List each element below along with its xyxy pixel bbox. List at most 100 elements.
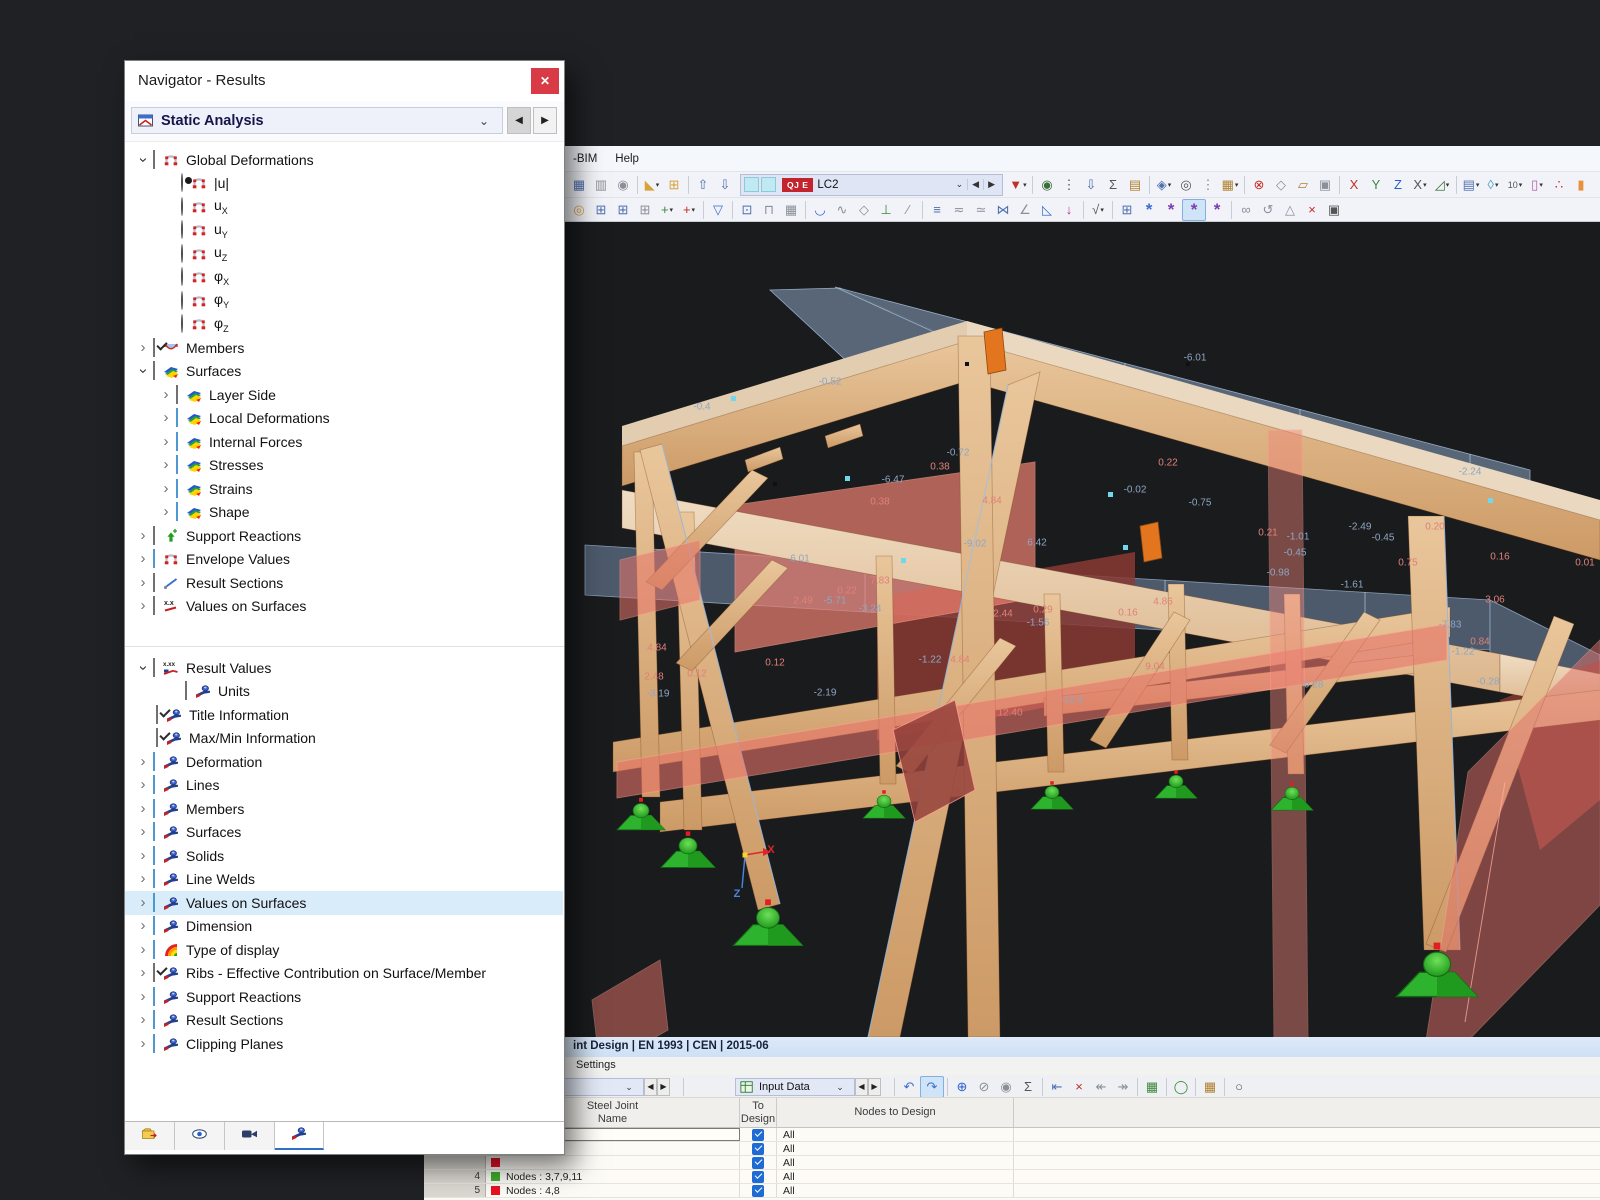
- select-window-icon[interactable]: ⊡: [736, 200, 758, 220]
- new-frame-icon[interactable]: ⊞: [663, 175, 685, 195]
- tree-item-ux[interactable]: uX: [125, 195, 563, 219]
- checkbox-unchecked[interactable]: [153, 659, 155, 677]
- chevron-right-icon[interactable]: ›: [133, 573, 153, 593]
- chevron-right-icon[interactable]: ›: [133, 338, 153, 358]
- table-row[interactable]: All: [424, 1142, 1600, 1156]
- render-flower-1-icon[interactable]: *: [1160, 200, 1182, 220]
- globe-icon[interactable]: ◯: [1170, 1077, 1192, 1097]
- checkbox-checked[interactable]: [153, 964, 155, 982]
- chevron-right-icon[interactable]: ›: [156, 479, 176, 499]
- nodes-to-design-cell[interactable]: All: [777, 1170, 1014, 1183]
- mesh-points-icon[interactable]: ∴: [1548, 175, 1570, 195]
- clipping-plane-icon[interactable]: ◊▾: [1482, 175, 1504, 195]
- tree-item-surfaces[interactable]: ›Surfaces: [125, 360, 563, 384]
- chevron-down-icon[interactable]: ›: [133, 150, 153, 170]
- load-case-down-icon[interactable]: ⇩: [714, 175, 736, 195]
- next-result-icon[interactable]: ▶: [533, 107, 557, 134]
- nodes-to-design-cell[interactable]: All: [777, 1142, 1014, 1155]
- navigator-title-bar[interactable]: Navigator - Results ✕: [125, 61, 564, 102]
- load-case-up-icon[interactable]: ⇧: [692, 175, 714, 195]
- chevron-right-icon[interactable]: ›: [133, 916, 153, 936]
- checkbox-partial[interactable]: [153, 917, 155, 935]
- work-plane-icon[interactable]: ◿▾: [1431, 175, 1453, 195]
- view-custom-icon[interactable]: X▾: [1409, 175, 1431, 195]
- prev-result-icon[interactable]: ◀: [507, 107, 531, 134]
- tree-item-support-reactions[interactable]: ›Support Reactions: [125, 524, 563, 548]
- display-settings-icon[interactable]: ◉: [1036, 175, 1058, 195]
- checkbox-partial[interactable]: [176, 503, 178, 521]
- menu-item-bim[interactable]: -BIM: [573, 153, 597, 165]
- tree-item-units[interactable]: Units: [125, 680, 563, 704]
- diagram-edit-icon[interactable]: ◺: [1036, 200, 1058, 220]
- tree-item-deformation[interactable]: ›Deformation: [125, 750, 563, 774]
- settings-menu[interactable]: Settings: [576, 1059, 616, 1071]
- tree-item-title-information[interactable]: Title Information: [125, 703, 563, 727]
- checked-checkbox-icon[interactable]: [752, 1185, 764, 1197]
- relation-forward-icon[interactable]: ↷: [920, 1076, 944, 1098]
- load-case-prev-icon[interactable]: ◀: [967, 179, 983, 190]
- joint-view-icon[interactable]: ◉: [995, 1077, 1017, 1097]
- calendar-icon[interactable]: ▦: [1199, 1077, 1221, 1097]
- tree-item-line-welds[interactable]: ›Line Welds: [125, 868, 563, 892]
- filter-loads-icon[interactable]: ▼▾: [1007, 175, 1029, 195]
- checkbox-partial[interactable]: [153, 1011, 155, 1029]
- chevron-right-icon[interactable]: ›: [133, 549, 153, 569]
- tree-item-members[interactable]: ›Members: [125, 336, 563, 360]
- chevron-right-icon[interactable]: ›: [133, 846, 153, 866]
- chevron-right-icon[interactable]: ›: [133, 940, 153, 960]
- tree-item-type-of-display[interactable]: ›Type of display: [125, 938, 563, 962]
- delete-x-icon[interactable]: ×: [1301, 200, 1323, 220]
- chevron-right-icon[interactable]: ›: [133, 893, 153, 913]
- checkbox-partial[interactable]: [176, 409, 178, 427]
- diagram-hatched-icon[interactable]: ≃: [970, 200, 992, 220]
- close-icon[interactable]: ✕: [531, 68, 559, 94]
- steel-joint-name-cell[interactable]: Nodes : 3,7,9,11: [486, 1170, 740, 1183]
- numbering-icon[interactable]: ⋮: [1058, 175, 1080, 195]
- checkbox-partial[interactable]: [153, 847, 155, 865]
- table-row[interactable]: 5Nodes : 4,8All: [424, 1184, 1600, 1198]
- checked-checkbox-icon[interactable]: [752, 1157, 764, 1169]
- copy-view-icon[interactable]: ▣: [1314, 175, 1336, 195]
- nodes-to-design-cell[interactable]: All: [777, 1128, 1014, 1141]
- spreadsheet-icon[interactable]: ▥: [590, 175, 612, 195]
- tree-item-envelope-values[interactable]: ›Envelope Values: [125, 548, 563, 572]
- show-results-icon[interactable]: Σ: [1102, 175, 1124, 195]
- chevron-right-icon[interactable]: ›: [133, 1034, 153, 1054]
- view-eye-icon[interactable]: ◎: [1175, 175, 1197, 195]
- isometric-icon[interactable]: ◇: [1270, 175, 1292, 195]
- checkbox-checked[interactable]: [156, 729, 158, 747]
- checkbox-partial[interactable]: [153, 550, 155, 568]
- nodes-to-design-cell[interactable]: All: [777, 1156, 1014, 1169]
- to-design-cell[interactable]: [740, 1142, 777, 1155]
- tree-item-result-values[interactable]: ›x.xxResult Values: [125, 656, 563, 680]
- checkbox-partial[interactable]: [153, 894, 155, 912]
- row-insert-icon[interactable]: ⇤: [1046, 1077, 1068, 1097]
- chevron-right-icon[interactable]: ›: [133, 526, 153, 546]
- case-prev-icon[interactable]: ◀: [644, 1078, 657, 1096]
- tree-item-surfaces[interactable]: ›Surfaces: [125, 821, 563, 845]
- checked-checkbox-icon[interactable]: [752, 1129, 764, 1141]
- chevron-right-icon[interactable]: ›: [133, 799, 153, 819]
- tree-item-ribs-effective-contribution-on-surface-member[interactable]: ›Ribs - Effective Contribution on Surfac…: [125, 962, 563, 986]
- 3d-viewport[interactable]: -0.52-0.4-0.720.38-6.470.384.84-9.026.42…: [565, 222, 1600, 1037]
- checkbox-partial[interactable]: [153, 800, 155, 818]
- row-delete-icon[interactable]: ×: [1068, 1077, 1090, 1097]
- table-row[interactable]: All: [424, 1128, 1600, 1142]
- steel-joint-name-cell[interactable]: Nodes : 4,8: [486, 1184, 740, 1197]
- chevron-right-icon[interactable]: ›: [156, 408, 176, 428]
- show-surfaces-icon[interactable]: ∿: [831, 200, 853, 220]
- search-icon[interactable]: ○: [1228, 1077, 1250, 1097]
- checkbox-unchecked[interactable]: [176, 386, 178, 404]
- tree-item-support-reactions[interactable]: ›Support Reactions: [125, 985, 563, 1009]
- chevron-right-icon[interactable]: ›: [156, 432, 176, 452]
- render-flower-2-icon[interactable]: *: [1182, 199, 1206, 221]
- model-table-icon[interactable]: ▦: [568, 175, 590, 195]
- chevron-right-icon[interactable]: ›: [133, 752, 153, 772]
- to-design-cell[interactable]: [740, 1170, 777, 1183]
- to-design-cell[interactable]: [740, 1184, 777, 1197]
- pyramid-icon[interactable]: △: [1279, 200, 1301, 220]
- camera-capture-icon[interactable]: ▣: [1323, 200, 1345, 220]
- snap-icon[interactable]: ◎: [568, 200, 590, 220]
- tree-item-uy[interactable]: uY: [125, 219, 563, 243]
- render-flower-3-icon[interactable]: *: [1206, 200, 1228, 220]
